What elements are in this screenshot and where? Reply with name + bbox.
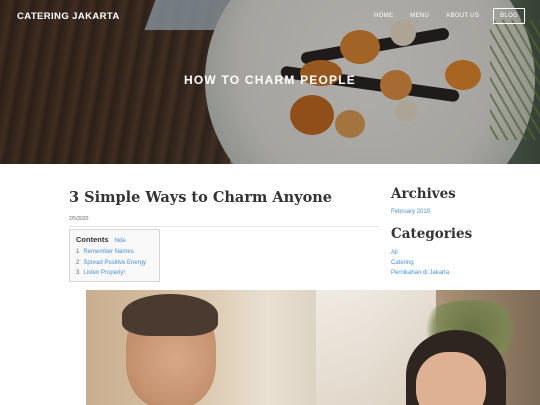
photo-woman (416, 352, 486, 405)
toc-hide-toggle[interactable]: hide (115, 238, 126, 244)
archive-link[interactable]: February 2019 (391, 209, 430, 215)
nav-about-us[interactable]: ABOUT US (446, 13, 479, 19)
category-link-catering[interactable]: Catering (391, 260, 414, 266)
nav-home[interactable]: HOME (374, 13, 393, 19)
toc-item-label[interactable]: Spread Positive Energy (83, 260, 146, 266)
photo-man-hair (122, 294, 218, 336)
toc-title: Contents (76, 235, 109, 244)
toc-item-label[interactable]: Listen Properly! (83, 270, 125, 276)
toc-item[interactable]: 3 Listen Properly! (76, 268, 153, 279)
toc-item[interactable]: 1 Remember Names (76, 247, 153, 258)
categories-heading: Categories (391, 226, 473, 242)
post-title[interactable]: 3 Simple Ways to Charm Anyone (69, 189, 332, 206)
toc-item-number: 1 (76, 249, 80, 255)
post-date: 2/5/2020 (69, 216, 89, 222)
category-link-all[interactable]: All (391, 250, 398, 256)
toc-item-number: 2 (76, 259, 80, 266)
divider (69, 226, 379, 227)
toc-item-number: 3 (76, 270, 80, 276)
toc-item-label[interactable]: Remember Names (83, 249, 133, 255)
nav-blog[interactable]: BLOG (493, 8, 525, 24)
table-of-contents: Contents hide 1 Remember Names 2 Spread Po… (69, 229, 160, 282)
toc-item[interactable]: 2 Spread Positive Energy (76, 258, 153, 269)
hero-banner: CATERING JAKARTA HOME MENU ABOUT US BLOG… (0, 0, 540, 164)
hero-title: HOW TO CHARM PEOPLE (184, 73, 356, 87)
toc-list: 1 Remember Names 2 Spread Positive Energy … (76, 247, 153, 279)
site-brand[interactable]: CATERING JAKARTA (17, 11, 120, 22)
nav-menu[interactable]: MENU (410, 13, 429, 19)
archives-heading: Archives (391, 186, 456, 202)
main-nav: HOME MENU ABOUT US BLOG (357, 8, 525, 24)
category-link-pernikahan[interactable]: Pernikahan di Jakarta (391, 270, 449, 276)
post-featured-image (86, 290, 540, 405)
